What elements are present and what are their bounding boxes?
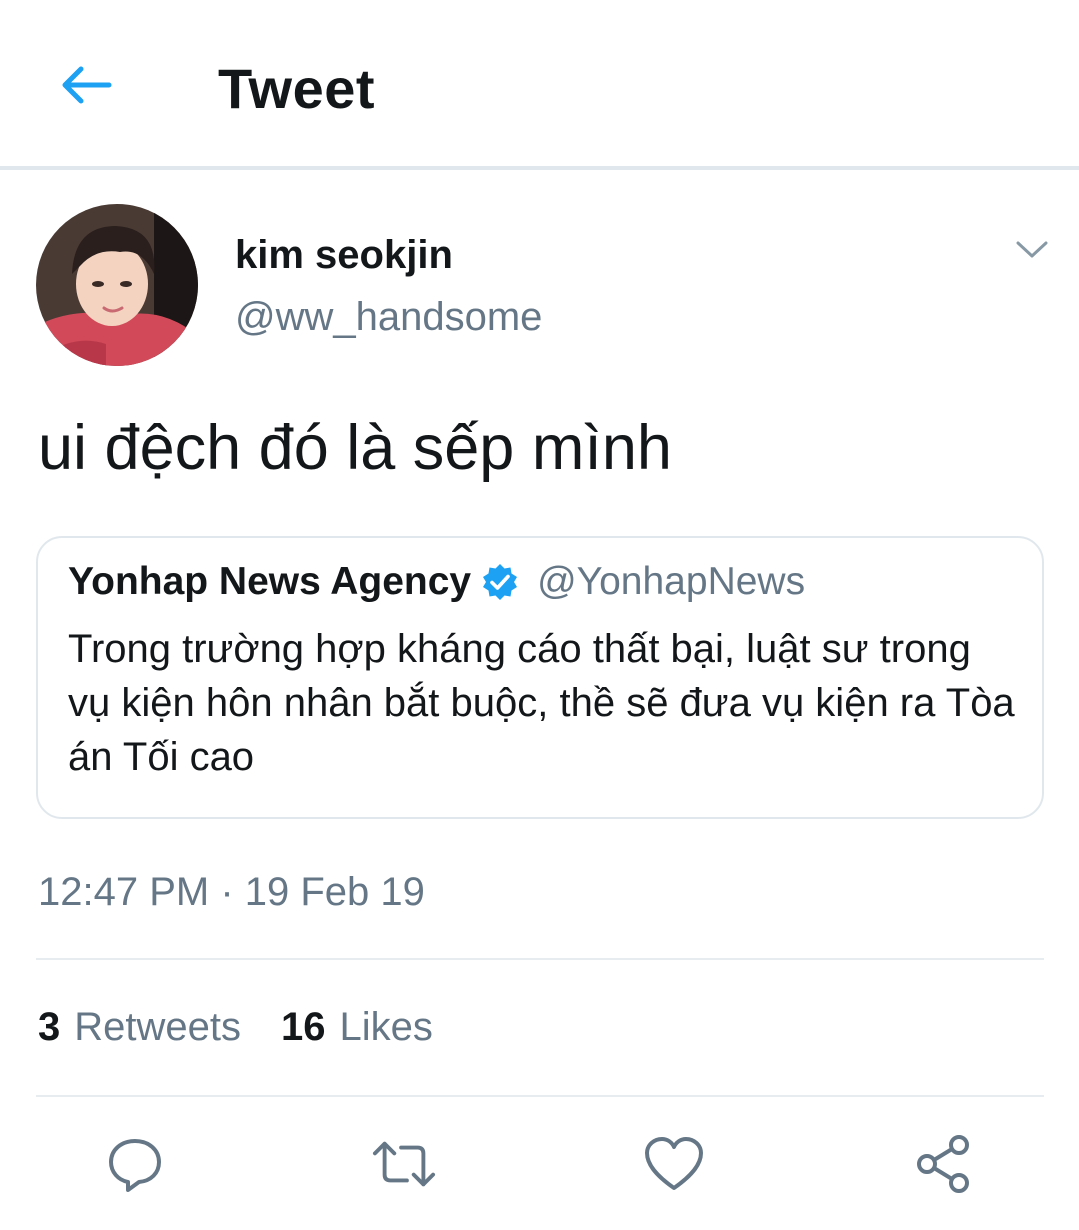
avatar[interactable] — [36, 204, 198, 366]
more-options-button[interactable] — [1010, 230, 1054, 270]
tweet-stats: 3 Retweets 16 Likes — [38, 1005, 473, 1050]
author-handle[interactable]: @ww_handsome — [235, 295, 542, 340]
comment-icon — [109, 1139, 161, 1192]
page-title: Tweet — [218, 57, 376, 120]
share-icon — [917, 1135, 969, 1193]
retweets-stat[interactable]: 3 Retweets — [38, 1005, 241, 1050]
share-button[interactable] — [912, 1132, 976, 1196]
arrow-left-icon — [62, 66, 112, 104]
quoted-author-name: Yonhap News Agency — [68, 560, 472, 603]
retweets-count: 3 — [38, 1005, 61, 1049]
verified-badge-icon — [481, 563, 519, 601]
divider — [36, 958, 1044, 960]
divider — [36, 1095, 1044, 1097]
like-button[interactable] — [642, 1132, 706, 1196]
author-display-name[interactable]: kim seokjin — [235, 233, 453, 278]
retweet-button[interactable] — [372, 1132, 436, 1196]
chevron-down-icon — [1016, 241, 1048, 258]
tweet-timestamp: 12:47 PM · 19 Feb 19 — [38, 870, 425, 914]
quoted-tweet-card[interactable]: Yonhap News Agency @YonhapNews Trong trư… — [36, 536, 1044, 819]
reply-button[interactable] — [103, 1132, 167, 1196]
heart-icon — [645, 1137, 703, 1190]
back-button[interactable] — [50, 55, 120, 115]
retweet-icon — [372, 1141, 436, 1187]
likes-count: 16 — [281, 1005, 326, 1049]
likes-stat[interactable]: 16 Likes — [281, 1005, 433, 1050]
likes-label: Likes — [339, 1005, 433, 1049]
retweets-label: Retweets — [74, 1005, 241, 1049]
tweet-text: ui đệch đó là sếp mình — [38, 413, 672, 483]
avatar-image — [36, 204, 198, 366]
quoted-tweet-header: Yonhap News Agency @YonhapNews — [68, 560, 805, 604]
quoted-tweet-text: Trong trường hợp kháng cáo thất bại, luậ… — [68, 627, 1015, 779]
quoted-author-handle: @YonhapNews — [537, 560, 806, 603]
top-bar: Tweet — [0, 0, 1079, 168]
top-bar-divider — [0, 166, 1079, 170]
